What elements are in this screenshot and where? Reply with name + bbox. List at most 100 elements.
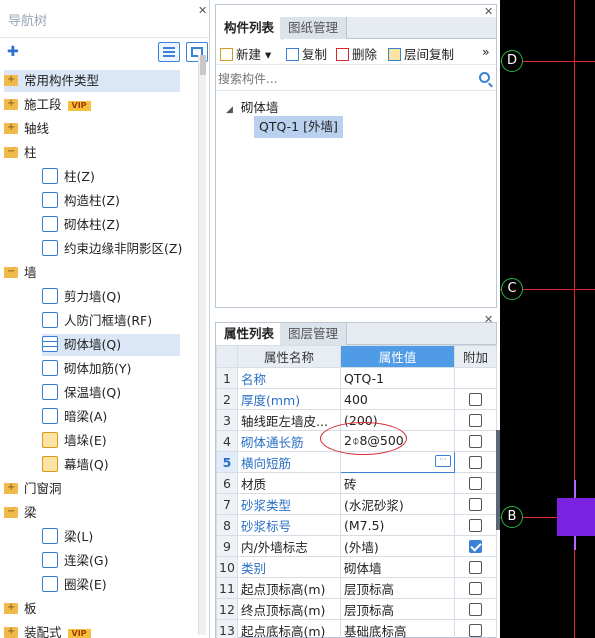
property-value[interactable]: 基础底标高 (340, 619, 455, 638)
add-icon[interactable]: ✚ (7, 44, 19, 60)
tree-item[interactable]: 圈梁(E) (42, 574, 180, 596)
property-row[interactable]: 8 砂浆标号 (M7.5) (216, 514, 497, 536)
tree-item[interactable]: 砌体加筋(Y) (42, 358, 180, 380)
masonry-wall-block[interactable] (557, 498, 595, 536)
property-value[interactable]: QTQ-1 (340, 367, 455, 389)
row-index: 9 (216, 535, 238, 557)
hidden-beam-icon (42, 408, 58, 424)
tree-item[interactable]: 保温墙(Q) (42, 382, 180, 404)
property-row[interactable]: 6 材质砖 (216, 472, 497, 494)
extra-checkbox[interactable] (469, 476, 482, 490)
property-value[interactable]: (外墙) (340, 535, 455, 557)
folder-icon (4, 69, 18, 91)
tree-item-label: 梁 (24, 505, 37, 520)
tree-item-label: 墙垛(E) (64, 433, 107, 448)
tree-item[interactable]: 装配式 VIP (4, 621, 180, 638)
extra-checkbox[interactable] (469, 434, 482, 448)
floor-copy-button[interactable]: 层间复制 (388, 44, 454, 63)
tree-item[interactable]: 约束边缘非阴影区(Z) (42, 238, 182, 260)
collapse-arrow-icon[interactable]: ◢ (226, 105, 233, 115)
extra-checkbox[interactable] (469, 455, 482, 469)
property-row[interactable]: 10 类别 砌体墙 (216, 556, 497, 578)
wall-pier-icon (42, 432, 58, 448)
property-value[interactable]: 层顶标高 (340, 577, 455, 599)
property-row[interactable]: 2 厚度(mm) 400 (216, 388, 497, 410)
tab-component-list[interactable]: 构件列表 (216, 17, 284, 40)
tree-item[interactable]: 板 (4, 597, 180, 620)
tree-item[interactable]: 墙垛(E) (42, 430, 180, 452)
curtain-wall-icon (42, 456, 58, 472)
tree-item[interactable]: 砌体柱(Z) (42, 214, 180, 236)
col-index (216, 345, 238, 368)
tree-item[interactable]: 施工段 VIP (4, 93, 180, 116)
more-icon[interactable]: » (482, 44, 490, 59)
col-property-name: 属性名称 (237, 345, 341, 368)
tree-item[interactable]: 梁 (4, 501, 180, 524)
extra-checkbox[interactable] (469, 560, 482, 574)
property-name: 名称 (237, 367, 341, 389)
tree-item[interactable]: 轴线 (4, 117, 180, 140)
property-row[interactable]: 1 名称 QTQ-1 (216, 367, 497, 389)
delete-button[interactable]: 删除 (336, 44, 377, 63)
row-index: 1 (216, 367, 238, 389)
cad-canvas[interactable]: D C B (500, 0, 595, 638)
tab-layer-management[interactable]: 图层管理 (280, 323, 348, 345)
extra-cell (454, 472, 497, 494)
property-value[interactable]: (M7.5) (340, 514, 455, 536)
search-input[interactable] (218, 69, 468, 89)
row-index: 12 (216, 598, 238, 620)
new-button[interactable]: 新建 ▾ (220, 44, 271, 63)
property-value[interactable]: 砖 (340, 472, 455, 494)
extra-checkbox[interactable] (469, 518, 482, 532)
property-value[interactable]: 砌体墙 (340, 556, 455, 578)
property-row[interactable]: 9 内/外墙标志 (外墙) (216, 535, 497, 557)
tree-item[interactable]: 柱 (4, 141, 180, 164)
search-icon[interactable] (479, 72, 490, 83)
tree-item-label: 人防门框墙(RF) (64, 313, 153, 328)
extra-checkbox[interactable] (469, 623, 482, 637)
property-value[interactable]: 层顶标高 (340, 598, 455, 620)
tree-item[interactable]: 暗梁(A) (42, 406, 180, 428)
component-group[interactable]: ◢ 砌体墙 (226, 97, 278, 116)
constructional-column-icon (42, 192, 58, 208)
tree-item[interactable]: 常用构件类型 (4, 69, 180, 92)
tab-drawing-management[interactable]: 图纸管理 (280, 17, 348, 39)
ellipsis-button[interactable]: ··· (435, 455, 451, 467)
tree-item-label: 常用构件类型 (24, 73, 100, 88)
list-view-button[interactable] (158, 42, 180, 62)
tree-item[interactable]: 剪力墙(Q) (42, 286, 180, 308)
property-value[interactable]: 400 (340, 388, 455, 410)
extra-checkbox[interactable] (469, 392, 482, 406)
tree-item[interactable]: 梁(L) (42, 526, 180, 548)
tree-item[interactable]: 砌体墙(Q) (42, 334, 180, 356)
delete-icon (336, 48, 349, 61)
property-row[interactable]: 11 起点顶标高(m) 层顶标高 (216, 577, 497, 599)
tree-item[interactable]: 构造柱(Z) (42, 190, 180, 212)
pin-icon[interactable]: ✕ (198, 4, 207, 17)
beam-icon (42, 528, 58, 544)
masonry-column-icon (42, 216, 58, 232)
component-item[interactable]: QTQ-1 [外墙] (254, 116, 343, 138)
nav-scrollbar[interactable] (198, 55, 206, 635)
property-value[interactable]: (水泥砂浆) (340, 493, 455, 515)
folder-icon (4, 597, 18, 619)
tree-item[interactable]: 柱(Z) (42, 166, 180, 188)
extra-checkbox[interactable] (469, 413, 482, 427)
extra-checkbox[interactable] (469, 539, 482, 553)
component-tabs: 构件列表 图纸管理 (216, 17, 496, 40)
extra-cell (454, 493, 497, 515)
property-row[interactable]: 12 终点顶标高(m) 层顶标高 (216, 598, 497, 620)
extra-checkbox[interactable] (469, 581, 482, 595)
copy-button[interactable]: 复制 (286, 44, 327, 63)
tree-item[interactable]: 幕墙(Q) (42, 454, 180, 476)
tree-item[interactable]: 门窗洞 (4, 477, 180, 500)
property-row[interactable]: 7 砂浆类型 (水泥砂浆) (216, 493, 497, 515)
tab-property-list[interactable]: 属性列表 (216, 323, 284, 346)
tree-item[interactable]: 连梁(G) (42, 550, 180, 572)
extra-checkbox[interactable] (469, 497, 482, 511)
extra-checkbox[interactable] (469, 602, 482, 616)
tree-item[interactable]: 墙 (4, 261, 180, 284)
property-row[interactable]: 13 起点底标高(m) 基础底标高 (216, 619, 497, 638)
tree-item[interactable]: 人防门框墙(RF) (42, 310, 180, 332)
tree-item-label: 轴线 (24, 121, 50, 136)
